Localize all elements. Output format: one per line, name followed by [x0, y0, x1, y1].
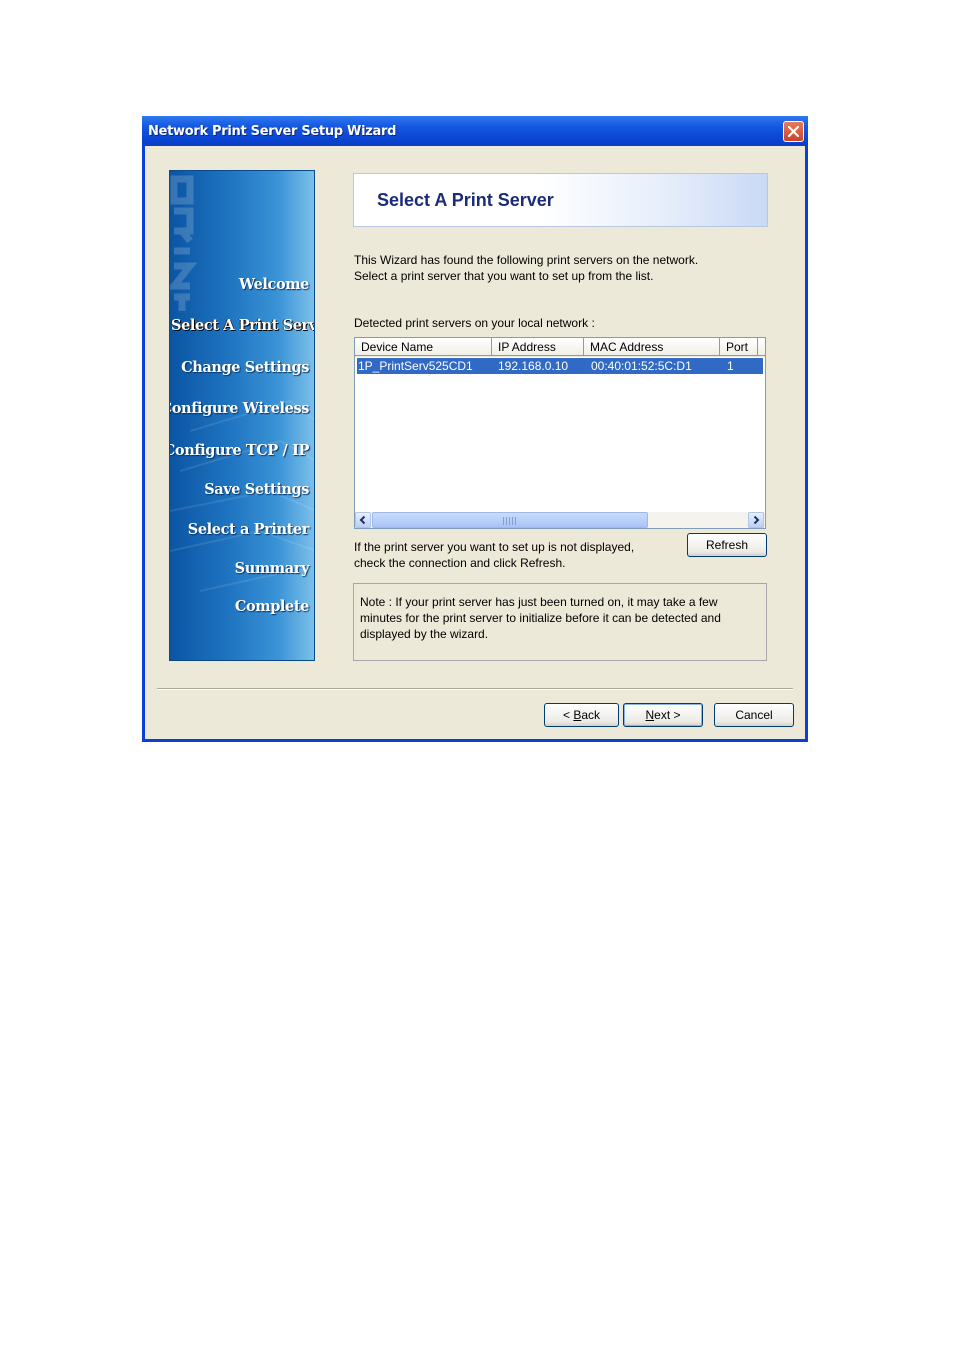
wizard-window: Network Print Server Setup Wizard Welcom…	[142, 116, 808, 742]
close-icon	[788, 126, 799, 137]
horizontal-scrollbar[interactable]	[355, 512, 765, 528]
step-summary: Summary	[234, 560, 310, 577]
cell-port: 1	[727, 359, 734, 373]
cell-device-name: 1P_PrintServ525CD1	[358, 359, 473, 373]
intro-line-1: This Wizard has found the following prin…	[354, 253, 699, 267]
page-title: Select A Print Server	[377, 190, 554, 210]
list-header: Device Name IP Address MAC Address Port	[355, 338, 765, 357]
close-button[interactable]	[783, 121, 804, 142]
column-filler	[758, 338, 765, 356]
step-configure-wireless: Configure Wireless	[169, 400, 309, 417]
column-ip-address[interactable]: IP Address	[492, 338, 584, 356]
step-save-settings: Save Settings	[204, 481, 309, 498]
step-complete: Complete	[234, 598, 310, 615]
dialog-client: Welcome Select A Print Server Change Set…	[145, 146, 805, 739]
next-label: ext >	[654, 708, 681, 722]
note-line-3: displayed by the wizard.	[360, 627, 489, 641]
back-prefix: <	[562, 708, 574, 722]
cell-ip-address: 192.168.0.10	[498, 359, 569, 373]
note-line-2: minutes for the print server to initiali…	[360, 611, 721, 625]
list-caption: Detected print servers on your local net…	[354, 316, 595, 330]
chevron-left-icon	[359, 515, 366, 525]
print-server-list[interactable]: Device Name IP Address MAC Address Port …	[354, 337, 766, 529]
title-bar[interactable]: Network Print Server Setup Wizard	[142, 116, 808, 146]
column-port[interactable]: Port	[720, 338, 758, 356]
window-title: Network Print Server Setup Wizard	[148, 124, 397, 139]
back-label: ack	[581, 708, 601, 722]
step-welcome: Welcome	[238, 276, 310, 293]
scroll-right-button[interactable]	[748, 512, 764, 528]
intro-line-2: Select a print server that you want to s…	[354, 269, 654, 283]
cancel-button[interactable]: Cancel	[714, 703, 794, 727]
wizard-steps-panel: Welcome Select A Print Server Change Set…	[169, 170, 315, 661]
page-header: Select A Print Server	[353, 173, 768, 227]
hint-line-1: If the print server you want to set up i…	[354, 540, 635, 554]
step-select-printer: Select a Printer	[187, 521, 310, 538]
step-change-settings: Change Settings	[181, 359, 309, 376]
back-button[interactable]: < Back	[544, 703, 619, 727]
note-line-1: Note : If your print server has just bee…	[360, 595, 718, 609]
scroll-thumb[interactable]	[372, 512, 648, 528]
hint-line-2: check the connection and click Refresh.	[354, 556, 566, 570]
column-device-name[interactable]: Device Name	[355, 338, 492, 356]
scroll-left-button[interactable]	[355, 512, 371, 528]
step-select-print-server: Select A Print Server	[171, 317, 314, 334]
note-box: Note : If your print server has just bee…	[353, 583, 767, 661]
chevron-right-icon	[753, 515, 760, 525]
next-button[interactable]: Next >	[623, 703, 703, 727]
column-mac-address[interactable]: MAC Address	[584, 338, 720, 356]
cell-mac-address: 00:40:01:52:5C:D1	[591, 359, 692, 373]
step-configure-tcpip: Configure TCP / IP	[169, 442, 309, 459]
footer-separator	[157, 688, 793, 690]
next-accelerator: N	[645, 708, 655, 722]
table-row[interactable]: 1P_PrintServ525CD1 192.168.0.10 00:40:01…	[356, 357, 764, 375]
refresh-button[interactable]: Refresh	[687, 533, 767, 557]
